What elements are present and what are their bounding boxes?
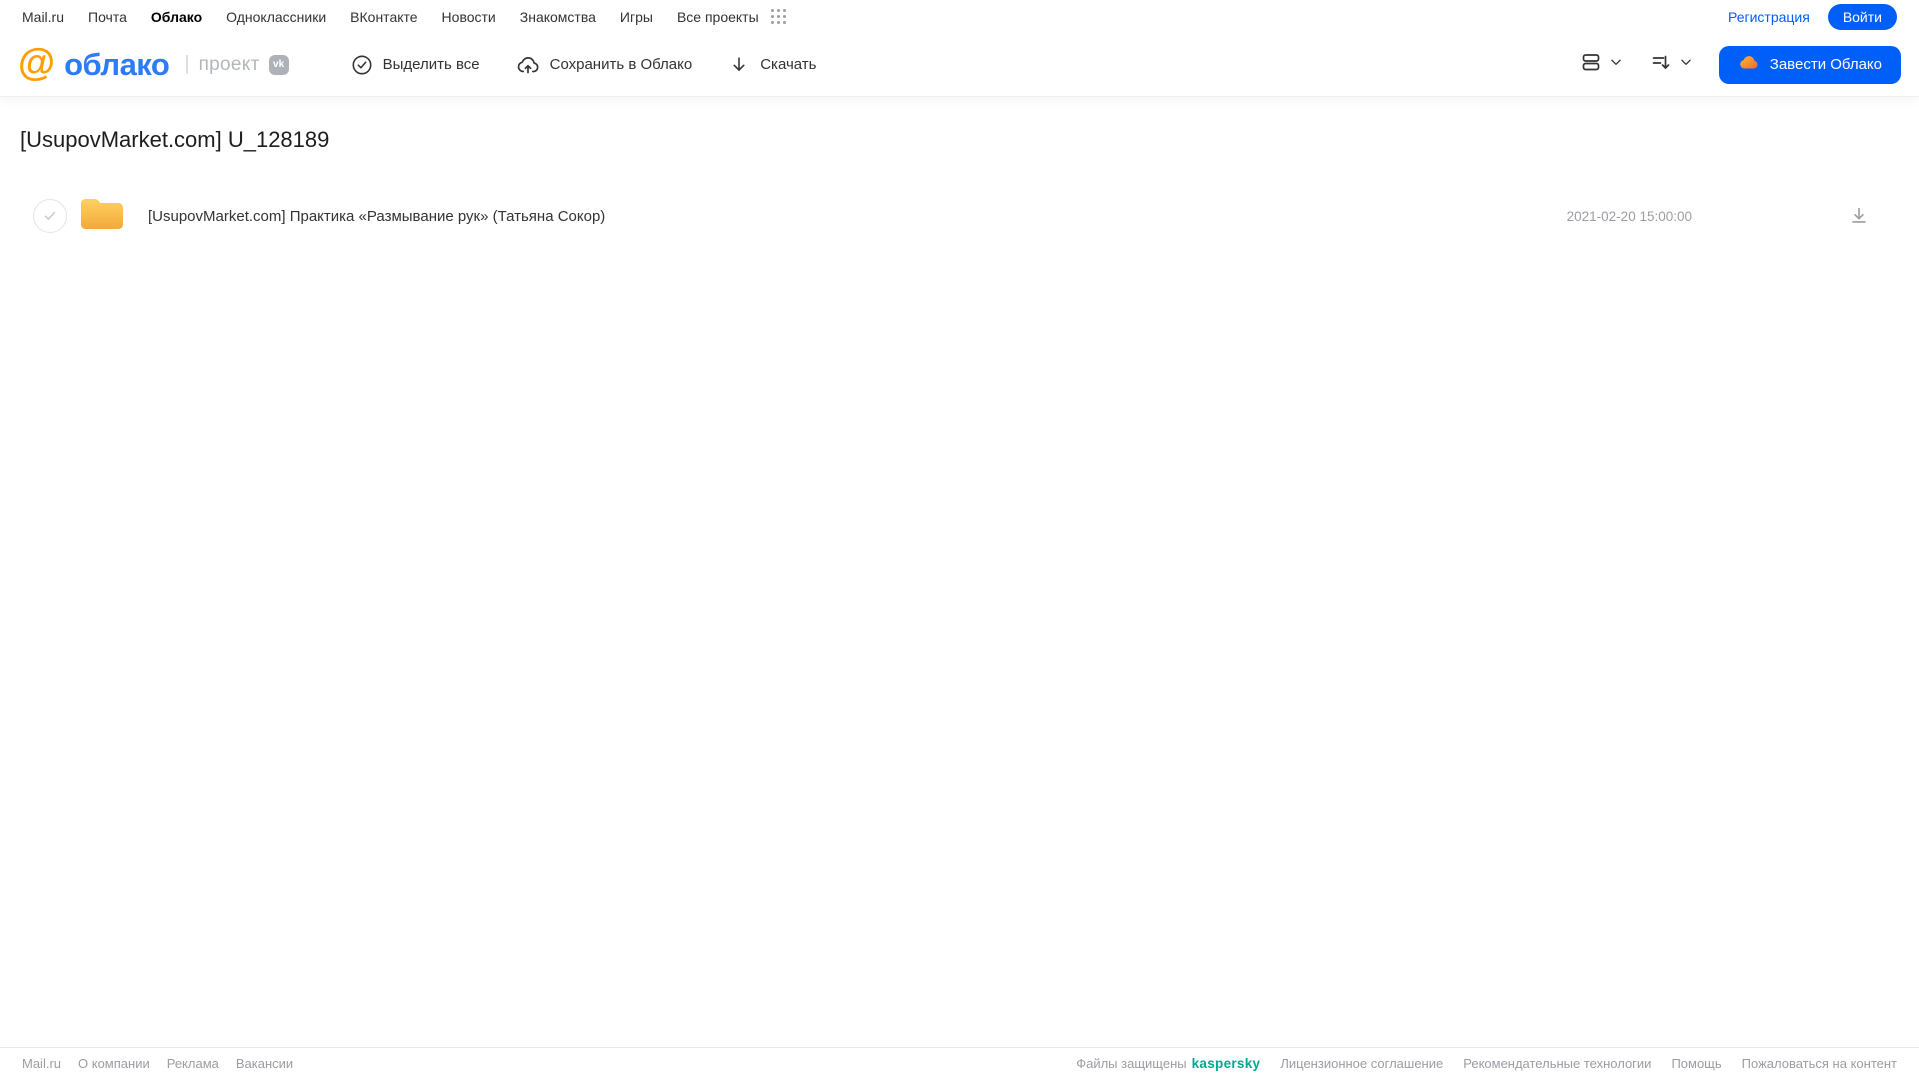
nav-vkontakte[interactable]: ВКонтакте [350,9,417,25]
kaspersky-note: Файлы защищены kaspersky [1076,1056,1260,1071]
download-button[interactable]: Скачать [728,54,816,76]
portal-nav: Mail.ru Почта Облако Одноклассники ВКонт… [22,8,787,25]
cloud-logo-icon [1738,52,1760,78]
download-label: Скачать [760,56,817,73]
footer-license-link[interactable]: Лицензионное соглашение [1280,1056,1443,1071]
chevron-down-icon [1609,55,1623,74]
get-cloud-button[interactable]: Завести Облако [1718,45,1901,84]
vk-badge-icon: vk [268,54,289,75]
footer-ads-link[interactable]: Реклама [167,1056,219,1071]
select-all-button[interactable]: Выделить все [351,54,480,76]
get-cloud-label: Завести Облако [1769,56,1882,73]
sort-dropdown[interactable] [1649,50,1693,79]
save-to-cloud-button[interactable]: Сохранить в Облако [516,53,693,77]
select-all-label: Выделить все [382,56,480,73]
footer-report-link[interactable]: Пожаловаться на контент [1742,1056,1897,1071]
footer-help-link[interactable]: Помощь [1671,1056,1721,1071]
register-link[interactable]: Регистрация [1728,9,1810,25]
nav-odnoklassniki[interactable]: Одноклассники [226,9,326,25]
nav-mailru[interactable]: Mail.ru [22,9,64,25]
cloud-logo-text: облако [64,46,170,82]
nav-novosti[interactable]: Новости [442,9,496,25]
logo-divider: | [184,53,190,75]
footer-left-links: Mail.ru О компании Реклама Вакансии [22,1056,293,1071]
footer-recommendations-link[interactable]: Рекомендательные технологии [1463,1056,1651,1071]
portal-topbar: Mail.ru Почта Облако Одноклассники ВКонт… [0,0,1919,33]
row-download-icon[interactable] [1848,205,1870,227]
sort-icon [1649,50,1673,79]
nav-znakomstva[interactable]: Знакомства [520,9,596,25]
kaspersky-logo[interactable]: kaspersky [1192,1056,1261,1071]
footer-about-link[interactable]: О компании [78,1056,150,1071]
protected-label: Файлы защищены [1076,1056,1187,1071]
download-arrow-icon [728,54,750,76]
nav-pochta[interactable]: Почта [88,9,127,25]
cloud-header: @ облако | проект vk Выделить все Сохран… [0,33,1919,97]
page-title: [UsupovMarket.com] U_128189 [20,127,330,152]
footer-jobs-link[interactable]: Вакансии [236,1056,293,1071]
file-name-link[interactable]: [UsupovMarket.com] Практика «Размывание … [148,208,605,225]
login-button[interactable]: Войти [1827,3,1897,30]
mailru-at-icon: @ [18,41,56,84]
footer-mailru-link[interactable]: Mail.ru [22,1056,61,1071]
portal-auth: Регистрация Войти [1728,3,1897,30]
footer-right-links: Файлы защищены kaspersky Лицензионное со… [1076,1056,1897,1071]
page-footer: Mail.ru О компании Реклама Вакансии Файл… [0,1047,1919,1079]
file-toolbar: Выделить все Сохранить в Облако Скачать [351,53,816,77]
project-label: проект [198,53,260,75]
main-content: [UsupovMarket.com] U_128189 [UsupovMarke… [0,127,1919,242]
row-checkbox[interactable] [33,199,67,233]
header-right-controls: Завести Облако [1579,45,1901,84]
nav-oblako[interactable]: Облако [151,9,202,25]
view-mode-dropdown[interactable] [1579,50,1623,79]
check-icon [44,211,56,220]
folder-icon[interactable] [79,195,125,238]
chevron-down-icon [1679,55,1693,74]
nav-igry[interactable]: Игры [620,9,653,25]
file-date: 2021-02-20 15:00:00 [1566,208,1692,224]
check-circle-icon [351,54,373,76]
cloud-logo[interactable]: @ облако | проект vk [18,41,289,84]
list-view-icon [1579,50,1603,79]
save-to-cloud-label: Сохранить в Облако [549,56,693,73]
file-row[interactable]: [UsupovMarket.com] Практика «Размывание … [20,190,1899,242]
cloud-upload-icon [516,53,540,77]
nav-vse-proekty[interactable]: Все проекты [677,9,759,25]
apps-grid-icon[interactable] [770,8,787,25]
